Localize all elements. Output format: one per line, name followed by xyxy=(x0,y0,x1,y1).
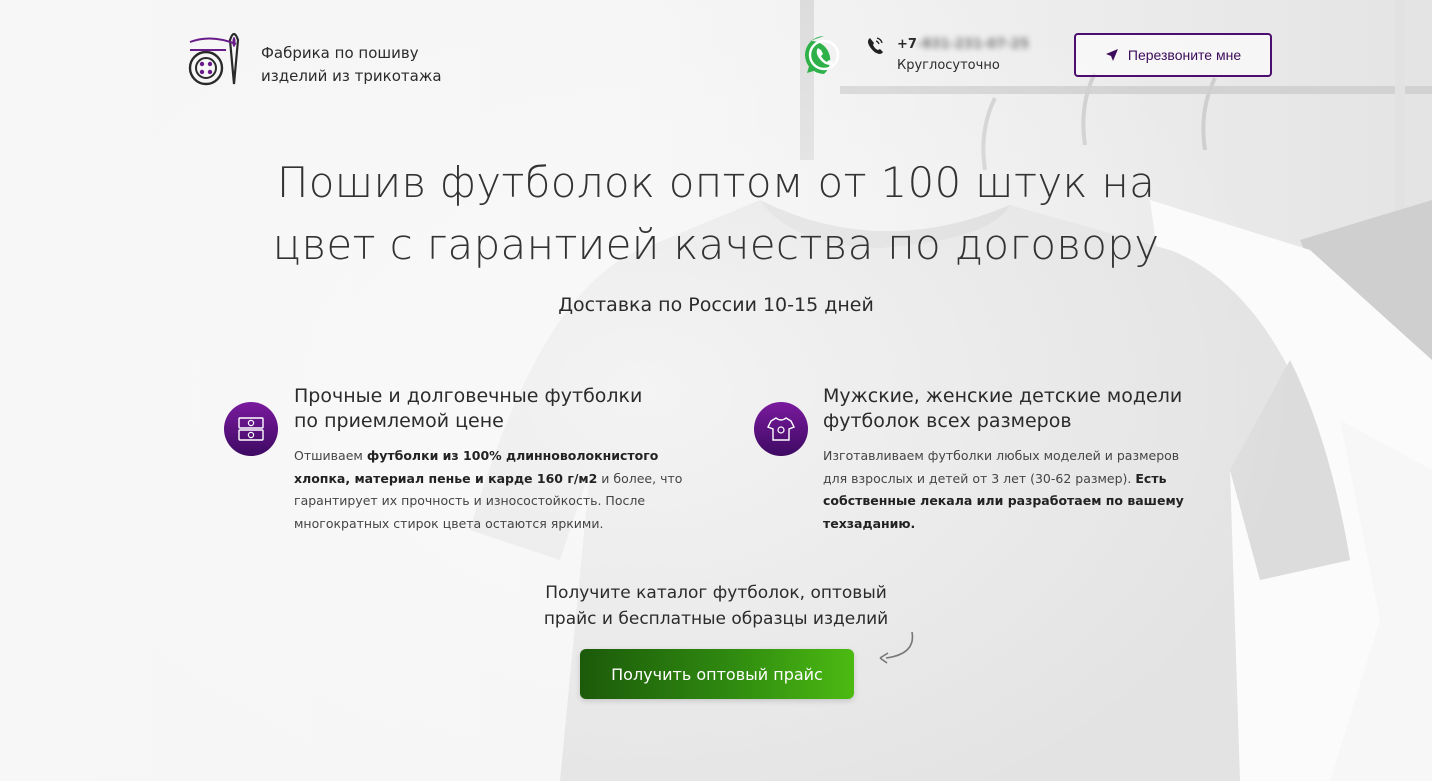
phone-digits-blurred: -831-231-07-25 xyxy=(916,37,1029,52)
working-hours: Круглосуточно xyxy=(897,58,1000,73)
brand-logo[interactable] xyxy=(186,26,248,90)
title-line: Пошив футболок оптом от 100 штук на xyxy=(276,158,1156,207)
feature-title: Прочные и долговечные футболки по приемл… xyxy=(294,384,642,434)
brand-line: Фабрика по пошиву xyxy=(261,44,419,62)
cta-caption: Получите каталог футболок, оптовый прайс… xyxy=(516,580,916,632)
curved-arrow-icon xyxy=(874,628,918,668)
whatsapp-icon xyxy=(805,36,840,74)
get-price-button[interactable]: Получить оптовый прайс xyxy=(580,649,854,699)
feature-description: Отшиваем футболки из 100% длинноволокнис… xyxy=(294,445,684,535)
paper-plane-icon xyxy=(1105,49,1118,61)
callback-button[interactable]: Перезвоните мне xyxy=(1074,33,1272,77)
feature-description: Изготавливаем футболки любых моделей и р… xyxy=(823,445,1203,535)
feature-icon-tshirt xyxy=(754,402,808,456)
feature-icon-money xyxy=(224,402,278,456)
brand-name: Фабрика по пошиву изделий из трикотажа xyxy=(261,42,461,88)
phone-number-link[interactable]: +7-831-231-07-25 xyxy=(897,37,1029,52)
tshirt-icon xyxy=(767,417,795,441)
feature-title-line: Мужские, женские детские модели xyxy=(823,385,1183,407)
feature-title-line: Прочные и долговечные футболки xyxy=(294,385,643,407)
money-bills-icon xyxy=(238,417,264,441)
feature-title-line: по приемлемой цене xyxy=(294,410,504,432)
page-title: Пошив футболок оптом от 100 штук на цвет… xyxy=(216,152,1216,276)
cta-caption-line: Получите каталог футболок, оптовый xyxy=(545,583,887,603)
feature-title: Мужские, женские детские модели футболок… xyxy=(823,384,1182,434)
callback-label: Перезвоните мне xyxy=(1127,47,1242,63)
feature-text: Отшиваем xyxy=(294,448,367,463)
feature-text: Изготавливаем футболки любых моделей и р… xyxy=(823,448,1180,486)
cta-caption-line: прайс и бесплатные образцы изделий xyxy=(543,609,889,629)
delivery-subtitle: Доставка по России 10-15 дней xyxy=(558,294,874,316)
whatsapp-link[interactable] xyxy=(802,33,846,77)
feature-title-line: футболок всех размеров xyxy=(823,410,1072,432)
sewing-needle-button-logo-icon xyxy=(188,32,240,86)
phone-prefix: +7 xyxy=(897,37,917,52)
title-line: цвет с гарантией качества по договору xyxy=(272,220,1160,269)
phone-icon xyxy=(865,36,885,56)
brand-line: изделий из трикотажа xyxy=(261,67,442,85)
